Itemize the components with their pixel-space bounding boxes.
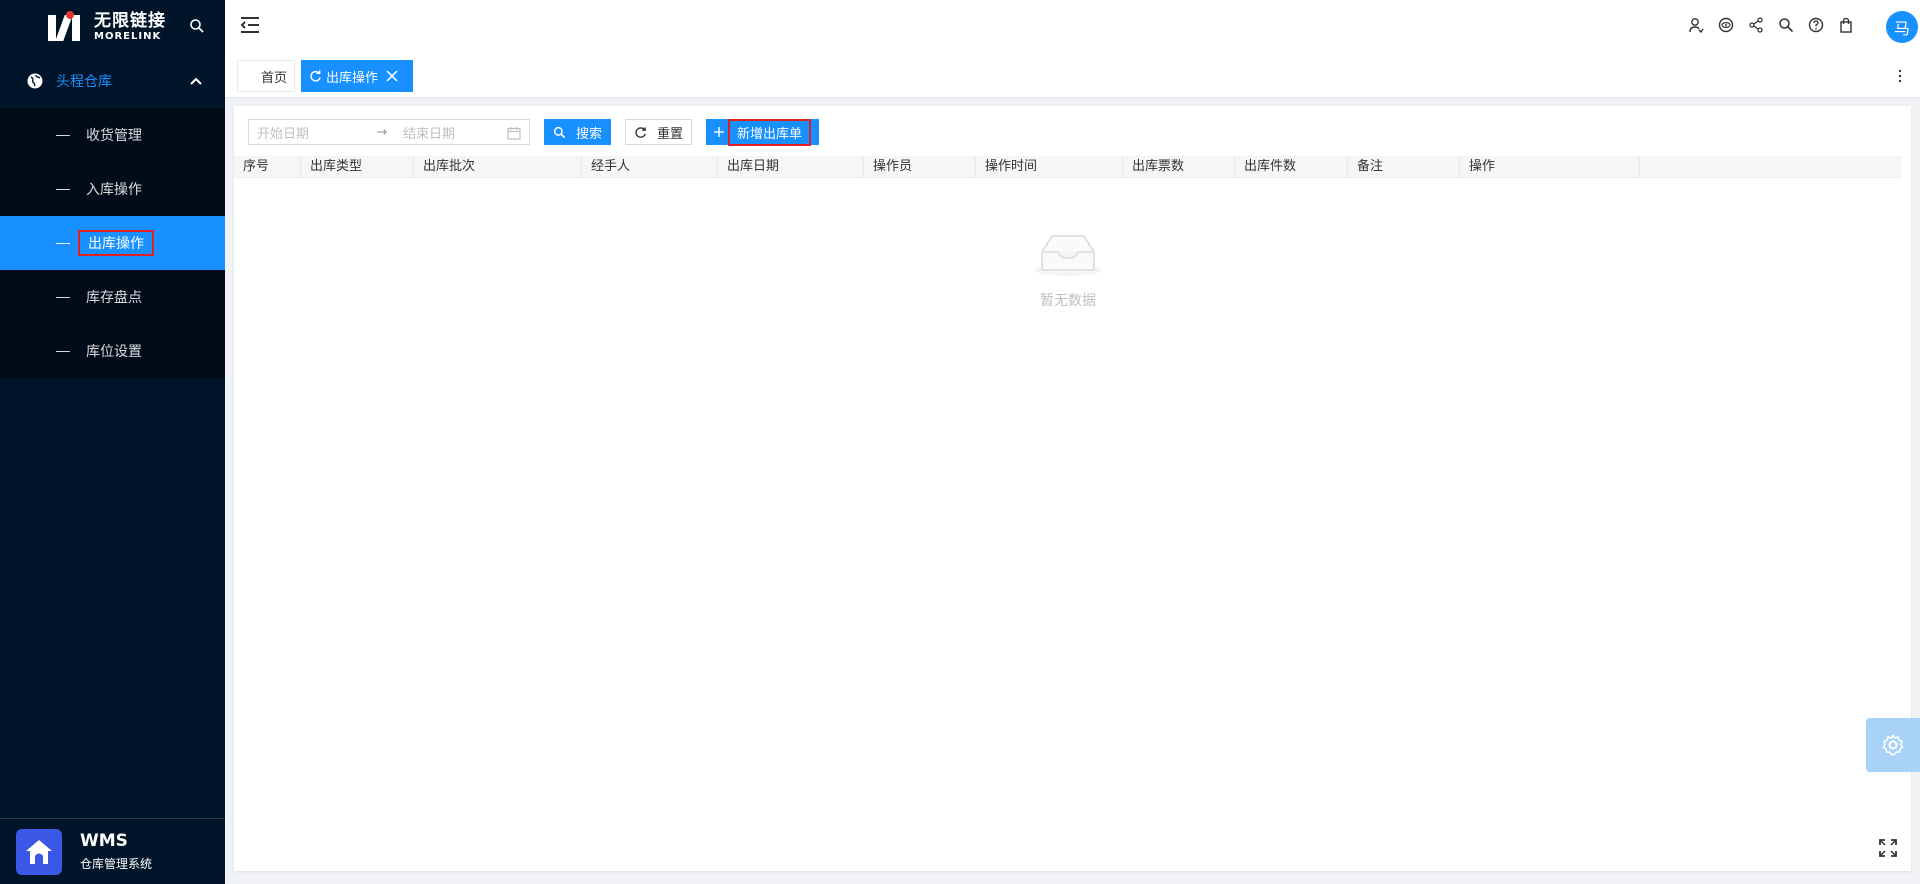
column-header[interactable]: 出库日期 — [718, 156, 864, 178]
tab-home-label: 首页 — [260, 70, 287, 86]
dash-icon — [56, 242, 70, 244]
empty-inbox-icon — [1034, 235, 1102, 276]
sidebar-item-location-settings[interactable]: 库位设置 — [0, 324, 225, 378]
tabs-bar: 首页 出库操作 — [225, 54, 1920, 98]
tab-outbound-label: 出库操作 — [326, 70, 379, 86]
logo-text: 无限链接 MORELINK — [94, 10, 166, 42]
column-header[interactable]: 操作员 — [864, 156, 976, 178]
sidebar-footer: WMS 仓库管理系统 — [0, 818, 225, 884]
dash-icon — [56, 134, 70, 136]
add-outbound-order-button[interactable]: 新增出库单 — [706, 118, 820, 146]
search-icon[interactable] — [189, 18, 205, 34]
help-icon[interactable] — [1808, 17, 1824, 33]
menu-group-label: 头程仓库 — [56, 74, 112, 90]
sidebar-item-label: 收货管理 — [86, 128, 142, 144]
filter-toolbar: 开始日期 → 结束日期 搜索 重置 新增出库单 — [248, 118, 820, 146]
column-header[interactable]: 出库类型 — [301, 156, 414, 178]
tab-home[interactable]: 首页 — [237, 60, 295, 92]
search-icon — [553, 126, 566, 138]
logo-cn: 无限链接 — [94, 10, 166, 31]
refresh-icon[interactable] — [309, 69, 322, 83]
range-arrow: → — [376, 124, 388, 140]
reload-icon — [635, 126, 646, 138]
sidebar-item-stocktake[interactable]: 库存盘点 — [0, 270, 225, 324]
user-switch-icon[interactable] — [1688, 17, 1704, 33]
fullscreen-icon[interactable] — [1879, 839, 1897, 857]
globe-icon — [27, 73, 43, 89]
more-vertical-icon[interactable] — [1898, 68, 1902, 84]
reset-button[interactable]: 重置 — [625, 119, 693, 145]
date-range-picker[interactable]: 开始日期 → 结束日期 — [248, 119, 530, 145]
dash-icon — [56, 296, 70, 298]
column-header[interactable]: 经手人 — [582, 156, 718, 178]
table-header: 序号 出库类型 出库批次 经手人 出库日期 操作员 操作时间 出库票数 出库件数… — [234, 156, 1902, 178]
home-icon — [16, 828, 62, 875]
content-card: 开始日期 → 结束日期 搜索 重置 新增出库单 序号 出库类型 出库批次 经手人… — [234, 106, 1911, 871]
menu-fold-icon[interactable] — [239, 15, 261, 35]
avatar[interactable]: 马 — [1886, 11, 1918, 43]
eye-icon[interactable] — [1718, 17, 1734, 33]
header-icons — [1688, 17, 1854, 33]
sidebar-item-inbound[interactable]: 入库操作 — [0, 162, 225, 216]
close-icon[interactable] — [386, 70, 398, 82]
end-date-input[interactable]: 结束日期 — [403, 123, 503, 142]
submenu: 收货管理 入库操作 出库操作 库存盘点 库位设置 — [0, 108, 225, 378]
top-header: 马 — [225, 0, 1920, 54]
column-header[interactable]: 出库件数 — [1235, 156, 1348, 178]
sidebar: 无限链接 MORELINK 头程仓库 收货管理 入库操作 出库操作 库存盘点 库… — [0, 0, 225, 884]
footer-text: WMS 仓库管理系统 — [80, 831, 152, 872]
column-header[interactable]: 操作 — [1460, 156, 1640, 178]
sidebar-item-label: 库存盘点 — [86, 290, 142, 306]
tab-outbound[interactable]: 出库操作 — [301, 60, 413, 92]
sidebar-item-label: 库位设置 — [86, 344, 142, 360]
chevron-up-icon[interactable] — [189, 74, 203, 88]
plus-icon — [714, 127, 725, 137]
dash-icon — [56, 188, 70, 190]
footer-title: WMS — [80, 831, 128, 851]
shopping-bag-icon[interactable] — [1838, 17, 1854, 33]
column-header-filler — [1640, 156, 1902, 178]
share-icon[interactable] — [1748, 17, 1764, 33]
sidebar-item-label: 入库操作 — [86, 182, 142, 198]
sidebar-item-outbound[interactable]: 出库操作 — [0, 216, 225, 270]
search-icon[interactable] — [1778, 17, 1794, 33]
column-header[interactable]: 备注 — [1348, 156, 1460, 178]
menu-group-first-leg-warehouse[interactable]: 头程仓库 — [0, 54, 225, 108]
column-header[interactable]: 出库批次 — [414, 156, 582, 178]
search-button[interactable]: 搜索 — [544, 119, 612, 145]
empty-text: 暂无数据 — [1040, 293, 1096, 309]
dash-icon — [56, 350, 70, 352]
logo-mark — [48, 11, 88, 43]
empty-state: 暂无数据 — [234, 230, 1902, 310]
calendar-icon — [507, 127, 521, 140]
sidebar-item-label: 出库操作 — [78, 230, 154, 256]
settings-float-button[interactable] — [1866, 718, 1920, 772]
logo-en: MORELINK — [94, 30, 162, 42]
logo-bar: 无限链接 MORELINK — [0, 0, 225, 54]
search-button-label: 搜索 — [576, 126, 603, 142]
column-header[interactable]: 操作时间 — [976, 156, 1123, 178]
reset-button-label: 重置 — [657, 126, 684, 142]
footer-subtitle: 仓库管理系统 — [80, 857, 153, 871]
column-header[interactable]: 序号 — [234, 156, 301, 178]
sidebar-item-receiving[interactable]: 收货管理 — [0, 108, 225, 162]
start-date-input[interactable]: 开始日期 — [257, 123, 367, 142]
column-header[interactable]: 出库票数 — [1123, 156, 1235, 178]
add-outbound-order-label: 新增出库单 — [728, 118, 812, 146]
gear-icon — [1882, 734, 1904, 756]
